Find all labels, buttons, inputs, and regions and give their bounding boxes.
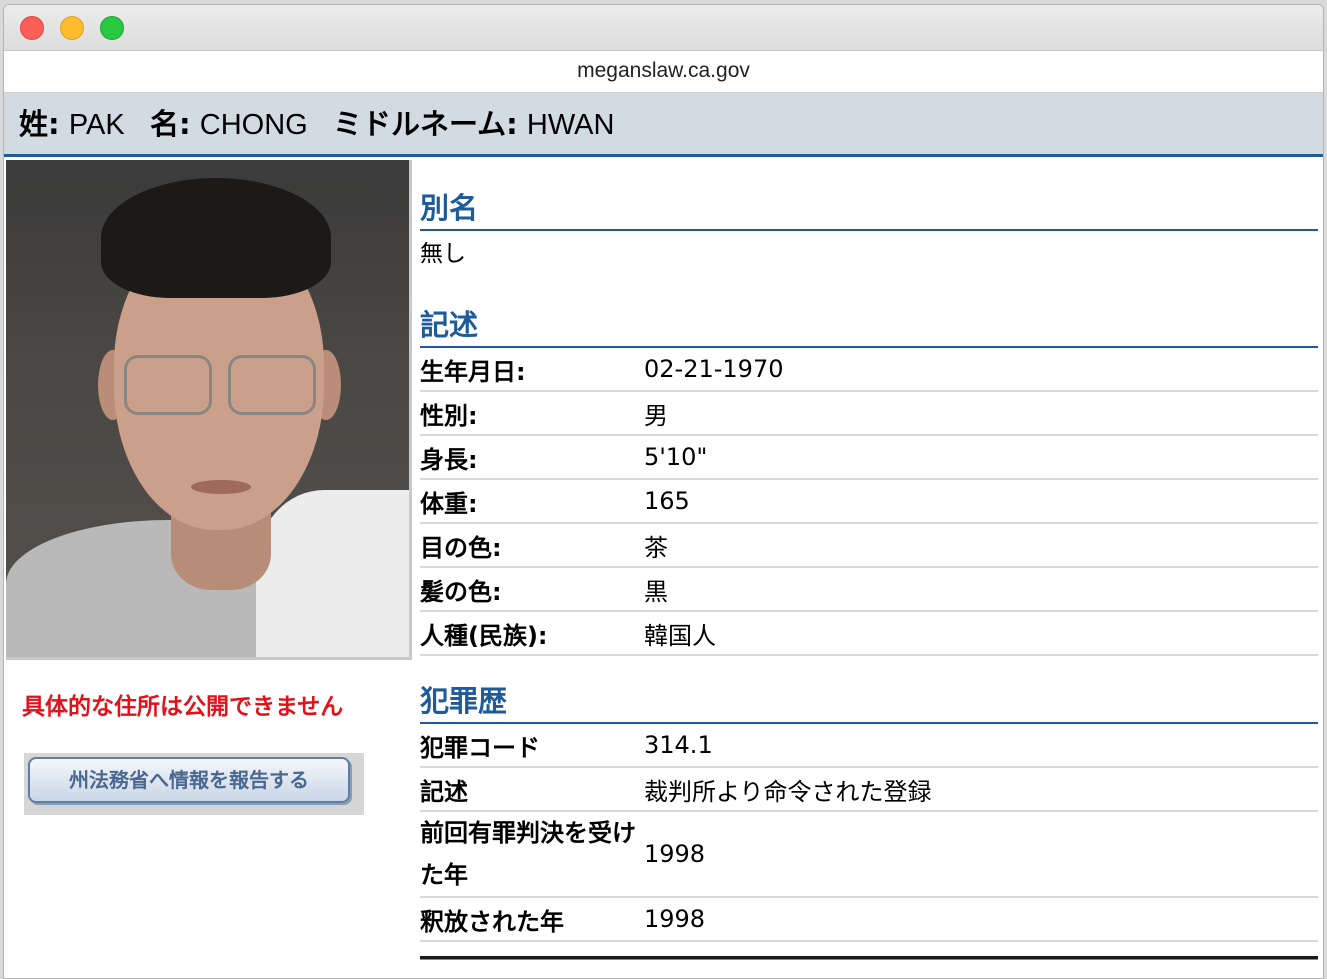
- row-label: 生年月日:: [420, 357, 526, 386]
- offender-photo: [6, 160, 412, 660]
- row-value: 男: [644, 401, 668, 430]
- table-row: 身長: 5'10": [420, 436, 1318, 480]
- row-label: 前回有罪判決を受けた年: [420, 819, 636, 889]
- row-label: 身長:: [420, 445, 478, 474]
- table-row: 犯罪コード 314.1: [420, 724, 1318, 768]
- divider: [420, 956, 1318, 960]
- table-row: 生年月日: 02-21-1970: [420, 348, 1318, 392]
- row-label: 体重:: [420, 489, 478, 518]
- last-name-value: PAK: [68, 109, 125, 141]
- row-label: 目の色:: [420, 533, 502, 562]
- row-value: 314.1: [644, 731, 713, 759]
- first-name-value: CHONG: [199, 109, 308, 141]
- table-row: 目の色: 茶: [420, 524, 1318, 568]
- row-value: 1998: [644, 840, 706, 868]
- middle-name-value: HWAN: [526, 109, 615, 141]
- first-name-label: 名:: [149, 107, 191, 141]
- title-bar: [4, 5, 1323, 51]
- row-label: 犯罪コード: [420, 733, 540, 762]
- row-value: 黒: [644, 577, 668, 606]
- row-label: 人種(民族):: [420, 621, 548, 650]
- details-panel: 別名 無し 記述 生年月日: 02-21-1970 性別: 男 身長: 5'10…: [420, 157, 1318, 960]
- report-button-frame: 州法務省へ情報を報告する: [24, 753, 364, 815]
- row-value: 裁判所より命令された登録: [644, 777, 932, 806]
- row-label: 髪の色:: [420, 577, 502, 606]
- report-to-doj-button[interactable]: 州法務省へ情報を報告する: [28, 757, 350, 803]
- aliases-heading: 別名: [420, 185, 1318, 231]
- middle-name-label: ミドルネーム:: [332, 107, 518, 141]
- table-row: 前回有罪判決を受けた年 1998: [420, 812, 1318, 898]
- row-value: 02-21-1970: [644, 355, 784, 383]
- table-row: 髪の色: 黒: [420, 568, 1318, 612]
- row-value: 5'10": [644, 443, 708, 471]
- maximize-window-button[interactable]: [100, 16, 124, 40]
- offenses-heading: 犯罪歴: [420, 678, 1318, 724]
- browser-window: meganslaw.ca.gov 姓: PAK 名: CHONG ミドルネーム:…: [3, 4, 1324, 979]
- url-bar[interactable]: meganslaw.ca.gov: [4, 51, 1323, 93]
- row-label: 記述: [420, 777, 468, 806]
- row-label: 性別:: [420, 401, 478, 430]
- address-warning: 具体的な住所は公開できません: [22, 694, 344, 720]
- name-header: 姓: PAK 名: CHONG ミドルネーム: HWAN: [4, 93, 1323, 157]
- row-value: 茶: [644, 533, 668, 562]
- minimize-window-button[interactable]: [60, 16, 84, 40]
- row-value: 韓国人: [644, 621, 716, 650]
- row-value: 1998: [644, 905, 706, 933]
- description-heading: 記述: [420, 302, 1318, 348]
- table-row: 性別: 男: [420, 392, 1318, 436]
- profile-content: 具体的な住所は公開できません 州法務省へ情報を報告する 別名 無し 記述 生年月…: [4, 157, 1323, 972]
- table-row: 記述 裁判所より命令された登録: [420, 768, 1318, 812]
- close-window-button[interactable]: [20, 16, 44, 40]
- table-row: 体重: 165: [420, 480, 1318, 524]
- row-label: 釈放された年: [420, 907, 564, 936]
- row-value: 165: [644, 487, 690, 515]
- aliases-value: 無し: [420, 241, 466, 267]
- offenses-table: 犯罪コード 314.1 記述 裁判所より命令された登録 前回有罪判決を受けた年 …: [420, 724, 1318, 942]
- last-name-label: 姓:: [19, 107, 60, 141]
- description-table: 生年月日: 02-21-1970 性別: 男 身長: 5'10" 体重: 165…: [420, 348, 1318, 656]
- table-row: 人種(民族): 韓国人: [420, 612, 1318, 656]
- table-row: 釈放された年 1998: [420, 898, 1318, 942]
